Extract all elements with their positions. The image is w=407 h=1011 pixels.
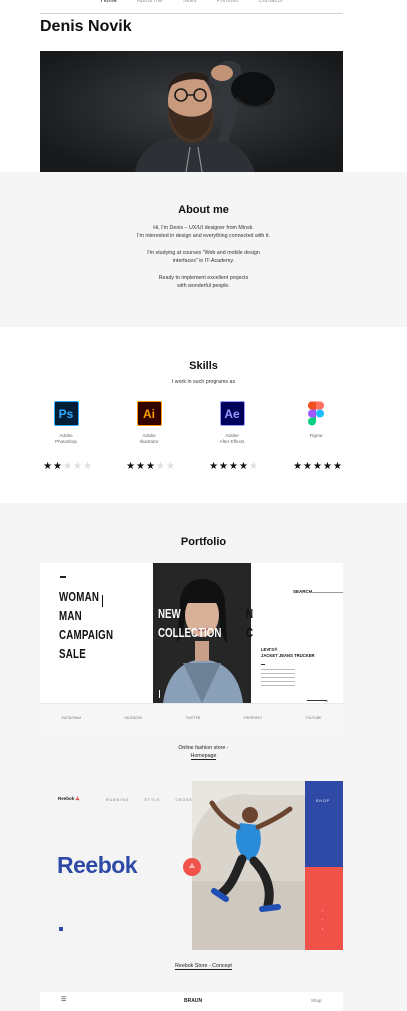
reebok-small-logo: Reebok ⟁ <box>58 796 80 801</box>
after-effects-icon: Ae <box>219 401 245 426</box>
skill-label: After Effects <box>219 438 245 444</box>
skill-after-effects: Ae Adobe After Effects <box>197 401 267 444</box>
illustrator-icon: Ai <box>136 401 162 426</box>
skill-label: Illustrator <box>139 438 159 444</box>
page-title: Denis Novik <box>40 18 132 35</box>
portfolio-title: Portfolio <box>180 536 227 548</box>
headline-man: MAN <box>59 609 82 623</box>
skill-label: Photoshop <box>55 438 77 444</box>
portfolio-section: Portfolio WOMAN MAN CAMPAIGN SALE NEW CO… <box>0 503 407 1011</box>
nav-skills[interactable]: Skills <box>182 0 196 13</box>
project-braun-preview[interactable]: ☰ BRAUN Shop <box>40 992 343 1011</box>
reebok-wordmark: Reebok <box>57 852 138 878</box>
figma-icon <box>308 401 324 426</box>
play-button[interactable]: ⟁ <box>183 858 201 876</box>
rating-after-effects: ★★★★★ <box>209 461 259 472</box>
braun-shop-link[interactable]: Shop <box>311 998 322 1003</box>
rating-photoshop: ★★★★★ <box>43 461 93 472</box>
caption-line: Reebok Store - Concept <box>175 963 232 970</box>
fashion-right-panel: NC SEARCH LEVI'S® JACKET JEANS TRUCKER → <box>246 563 343 704</box>
skill-label: Figma <box>309 433 323 438</box>
skills-subtitle: I work in such programs as <box>171 379 236 385</box>
headline-sale: SALE <box>59 647 86 661</box>
skills-section: Skills I work in such programs as Ps Ado… <box>0 327 407 503</box>
overlay-collection: COLLECTION <box>158 626 222 640</box>
nav-home[interactable]: Home <box>101 0 117 13</box>
social-footer: INSTAGRAM FACEBOOK TWITTER PINTEREST YOU… <box>40 703 343 732</box>
reebok-nav-running[interactable]: RUNNING <box>106 798 129 802</box>
braun-logo: BRAUN <box>184 998 203 1004</box>
headline-woman: WOMAN <box>59 590 100 604</box>
reebok-small-logo-text: Reebok <box>58 796 75 801</box>
social-youtube[interactable]: YOUTUBE <box>305 716 321 720</box>
about-title: About me <box>178 204 229 216</box>
about-line: with wonderful people. <box>177 283 230 289</box>
skill-photoshop: Ps Adobe Photoshop <box>31 401 101 444</box>
about-line: Ready to implement excellent projects <box>158 275 249 281</box>
social-pinterest[interactable]: PINTEREST <box>244 716 263 720</box>
overlay-new: NEW <box>158 607 181 621</box>
headline-campaign: CAMPAIGN <box>59 628 114 642</box>
reebok-shop-link[interactable]: SHOP <box>316 799 330 803</box>
about-section: About me Hi, I'm Denis – UX/UI designer … <box>0 172 407 327</box>
product-description <box>261 669 295 689</box>
skill-figma: Figma <box>281 401 351 439</box>
about-line: I'm studying at courses "Web and mobile … <box>147 250 260 256</box>
project-reebok-preview[interactable]: Reebok ⟁ RUNNING STYLE CROSSFIT Reebok ⟁… <box>40 781 343 950</box>
shop-panel: SHOP <box>305 781 343 867</box>
product-name: JACKET JEANS TRUCKER <box>261 653 315 658</box>
social-panel: › › › <box>305 867 343 950</box>
about-line: Hi, I'm Denis – UX/UI designer from Mins… <box>153 225 254 231</box>
rating-illustrator: ★★★★★ <box>126 461 176 472</box>
nav-contacts[interactable]: Contacts <box>259 0 283 13</box>
skills-title: Skills <box>189 360 218 372</box>
project-fashion-store-preview[interactable]: WOMAN MAN CAMPAIGN SALE NEW COLLECTION N… <box>40 563 343 732</box>
grid-icon[interactable] <box>59 927 63 931</box>
reebok-athlete-photo <box>192 781 305 950</box>
reebok-nav-style[interactable]: STYLE <box>144 798 160 802</box>
nav-portfolio[interactable]: Portfolio <box>217 0 239 13</box>
project1-caption[interactable]: Online fashion store - Homepage <box>0 744 407 760</box>
caption-line: Online fashion store - <box>178 745 229 751</box>
caption-line: Homepage <box>190 753 217 760</box>
skill-illustrator: Ai Adobe Illustrator <box>114 401 184 444</box>
nav-about[interactable]: About me <box>137 0 163 13</box>
menu-icon[interactable]: ☰ <box>61 996 66 1003</box>
rating-figma: ★★★★★ <box>293 461 343 472</box>
social-facebook[interactable]: FACEBOOK <box>124 716 142 720</box>
social-twitter[interactable]: TWITTER <box>186 716 201 720</box>
about-line: interfaces" in IT-Academy. <box>172 258 235 264</box>
social-instagram[interactable]: INSTAGRAM <box>62 716 81 720</box>
fashion-model-photo: NEW COLLECTION <box>153 563 251 703</box>
photoshop-icon: Ps <box>53 401 79 426</box>
top-nav: Home About me Skills Portfolio Contacts <box>40 0 343 14</box>
hero-photo <box>40 51 343 172</box>
about-line: I'm interested in design and everything … <box>137 233 270 239</box>
project2-caption[interactable]: Reebok Store - Concept <box>0 962 407 970</box>
brand-logo <box>60 576 66 578</box>
